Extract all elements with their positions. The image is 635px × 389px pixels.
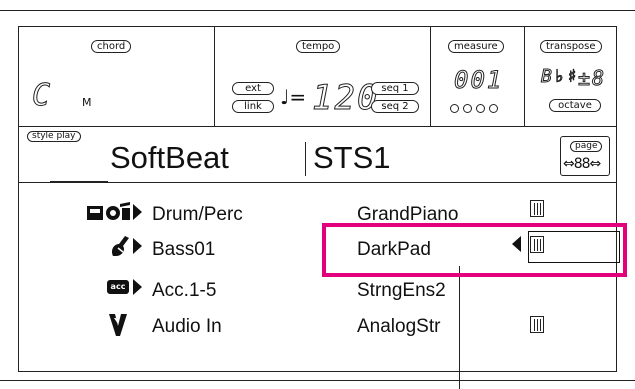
measure-label: measure: [448, 40, 504, 53]
display-bottom-edge: [0, 380, 635, 381]
bass-icon: [111, 236, 129, 256]
separator: [214, 26, 215, 126]
style-play-mode-label: style play: [27, 131, 81, 142]
page-value: ⇔88⇔: [563, 156, 601, 172]
style-underline: [50, 181, 108, 183]
keyboard-on-icon: [530, 316, 544, 333]
track-arrow: [133, 204, 142, 220]
page-label: page: [570, 141, 603, 152]
measure-value: 001: [453, 66, 504, 95]
track-label: Drum/Perc: [152, 204, 243, 225]
keyboard-sound-upper3[interactable]: StrngEns2: [357, 280, 446, 302]
link-label: link: [232, 100, 274, 113]
tempo-label: tempo: [296, 40, 341, 53]
transpose-accidentals: B♭♯: [541, 66, 580, 88]
separator: [430, 26, 431, 126]
beat-indicator-2: [463, 104, 472, 113]
transpose-label: transpose: [540, 40, 602, 53]
keyboard-sound-lower[interactable]: AnalogStr: [357, 316, 440, 338]
tempo-note-symbol: ♩=: [280, 85, 307, 109]
text-cursor: [305, 142, 306, 176]
callout-line: [459, 266, 460, 389]
chord-type: M: [82, 96, 92, 109]
tempo-value: 120: [311, 78, 380, 119]
track-label: Acc.1-5: [152, 280, 217, 301]
ext-label: ext: [232, 82, 274, 95]
drum-icon: [87, 202, 130, 220]
track-label: Audio In: [152, 316, 222, 337]
sts-name[interactable]: STS1: [313, 141, 391, 175]
separator: [18, 126, 617, 127]
acc-icon: acc: [107, 280, 129, 294]
page-box[interactable]: page ⇔88⇔: [560, 136, 610, 176]
separator: [524, 26, 525, 126]
transpose-value: ±8: [577, 66, 607, 91]
highlight-box: [322, 223, 627, 277]
seq2-label: seq 2: [371, 100, 419, 113]
track-arrow: [133, 238, 142, 254]
chord-label: chord: [91, 40, 132, 53]
acc-icon-text: acc: [110, 282, 126, 291]
display-top-edge: [0, 10, 635, 11]
beat-indicator-4: [489, 104, 498, 113]
track-arrow: [133, 279, 142, 295]
track-label: Bass01: [152, 239, 216, 260]
audio-in-icon: [109, 314, 127, 336]
chord-value: C: [31, 78, 53, 114]
keyboard-on-icon: [530, 200, 544, 217]
octave-label: octave: [549, 99, 601, 112]
seq1-label: seq 1: [371, 82, 419, 95]
beat-indicator-3: [476, 104, 485, 113]
beat-indicator-1: [450, 104, 459, 113]
style-name[interactable]: SoftBeat: [110, 141, 229, 175]
